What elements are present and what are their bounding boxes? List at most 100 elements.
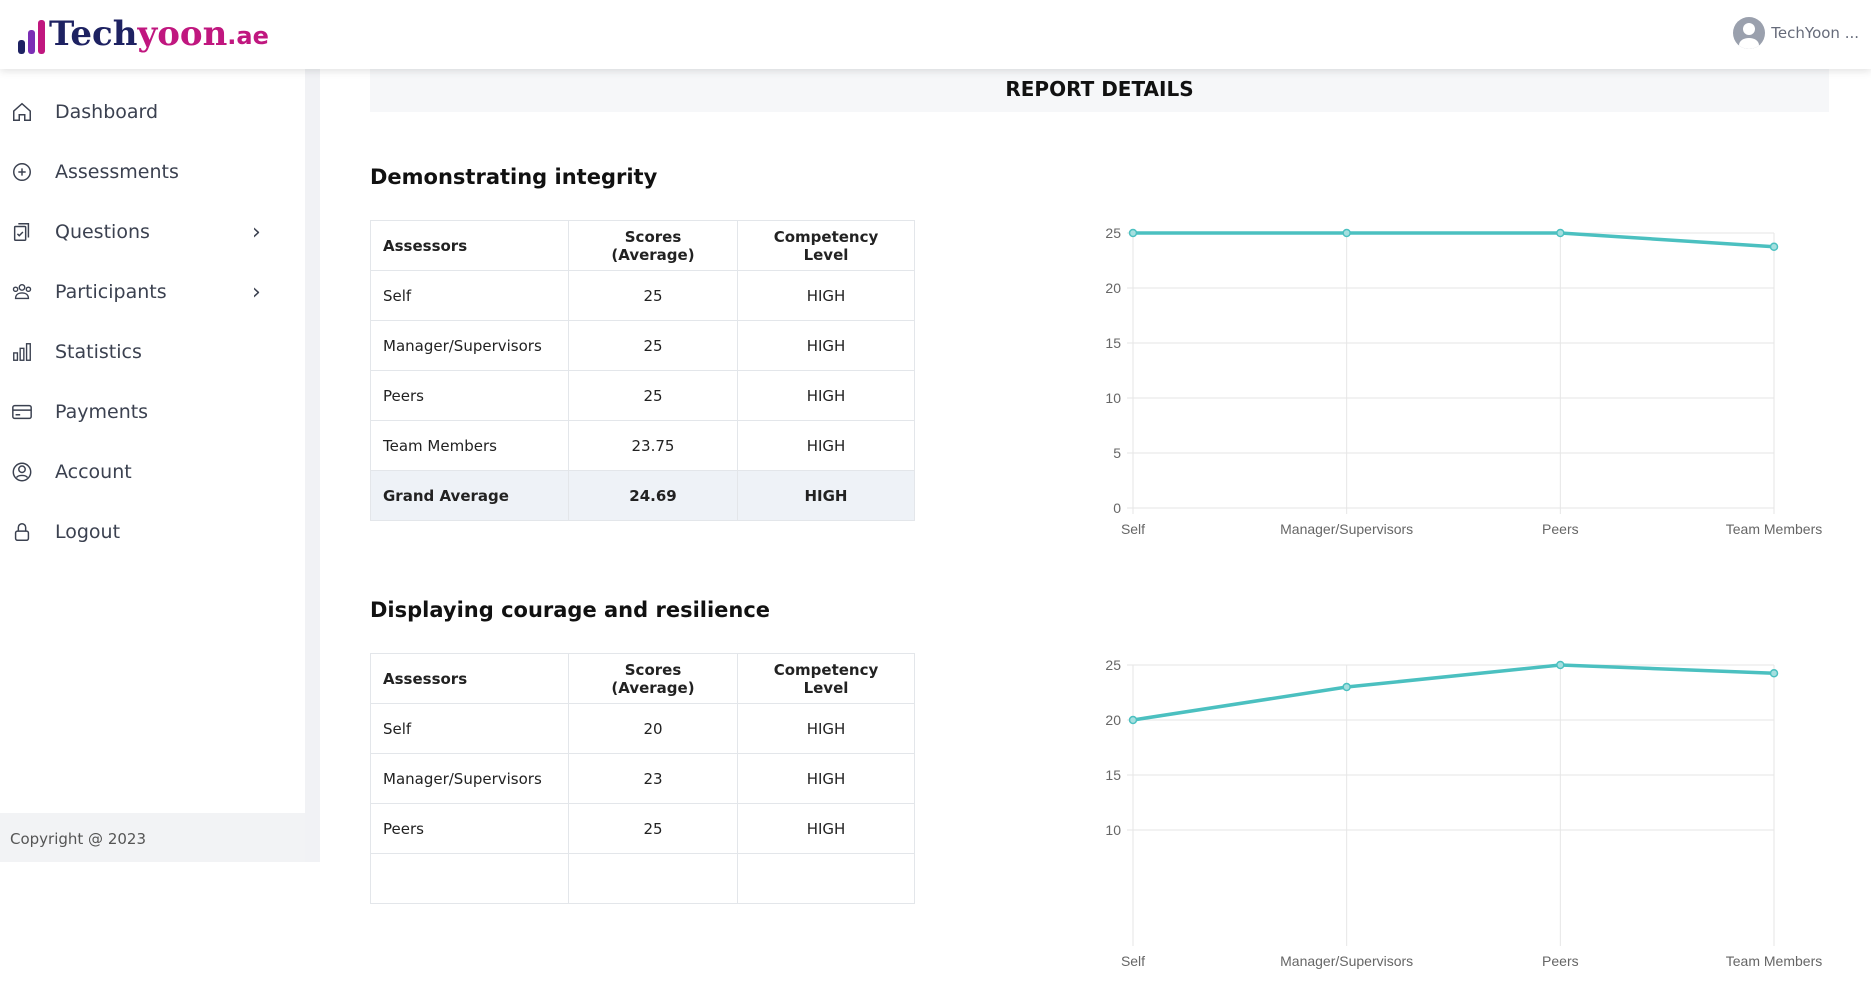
sidebar-item-label: Payments bbox=[55, 401, 149, 423]
data-point bbox=[1342, 228, 1351, 238]
plus-circle-icon bbox=[13, 163, 31, 181]
data-point bbox=[1128, 715, 1138, 725]
line-chart: 10 15 20 25 Self Manager/Supervisors Peers Team… bbox=[1105, 657, 1822, 969]
table-cell: 25 bbox=[568, 370, 738, 421]
x-tick-label: Team Members bbox=[1726, 521, 1822, 537]
data-point bbox=[1128, 228, 1138, 238]
column-header: Assessors bbox=[370, 220, 569, 271]
table-row: Self 20 HIGH bbox=[370, 703, 915, 754]
table-cell: Team Members bbox=[370, 420, 569, 471]
table-cell: HIGH bbox=[737, 320, 915, 371]
line-chart: 0 5 10 15 20 25 Self Manager/Supervisors Peers Te… bbox=[1105, 225, 1822, 537]
users-icon bbox=[12, 283, 32, 300]
table-row: Team Members 23.75 HIGH bbox=[370, 420, 915, 471]
y-tick-label: 0 bbox=[1113, 500, 1121, 516]
x-tick-label: Self bbox=[1121, 953, 1145, 969]
table-cell: HIGH bbox=[737, 470, 915, 521]
column-header: Scores (Average) bbox=[568, 220, 738, 271]
table-cell: Grand Average bbox=[370, 470, 569, 521]
table-cell: HIGH bbox=[737, 420, 915, 471]
sidebar-item-logout[interactable]: Logout bbox=[0, 507, 305, 557]
table-cell: HIGH bbox=[737, 703, 915, 754]
chevron-right-icon: › bbox=[252, 219, 261, 245]
clipboard-check-icon bbox=[13, 223, 30, 241]
table-row: Peers 25 HIGH bbox=[370, 370, 915, 421]
x-tick-label: Manager/Supervisors bbox=[1280, 953, 1413, 969]
table-cell: HIGH bbox=[737, 370, 915, 421]
sidebar-item-label: Account bbox=[55, 461, 132, 483]
table-header-row: Assessors Scores (Average) Competency Leve… bbox=[370, 653, 915, 704]
y-tick-label: 15 bbox=[1105, 335, 1121, 351]
column-header: Competency Level bbox=[737, 653, 915, 704]
table-row: Self 25 HIGH bbox=[370, 270, 915, 321]
x-tick-label: Peers bbox=[1542, 521, 1579, 537]
table-cell: 25 bbox=[568, 270, 738, 321]
table-cell: 25 bbox=[568, 320, 738, 371]
sidebar-item-label: Logout bbox=[55, 521, 121, 543]
user-name: TechYoon ... bbox=[1771, 24, 1859, 42]
bar-chart-icon bbox=[13, 343, 31, 361]
table-cell: 24.69 bbox=[568, 470, 738, 521]
data-point bbox=[1556, 660, 1565, 670]
table-cell: Peers bbox=[370, 370, 569, 421]
sidebar-scrollbar[interactable] bbox=[305, 69, 320, 862]
sidebar-item-payments[interactable]: Payments bbox=[0, 387, 305, 437]
table-cell: Self bbox=[370, 703, 569, 754]
table-row bbox=[370, 853, 915, 904]
table-row: Manager/Supervisors 25 HIGH bbox=[370, 320, 915, 371]
y-tick-label: 10 bbox=[1105, 822, 1121, 838]
sidebar-item-dashboard[interactable]: Dashboard bbox=[0, 87, 305, 137]
credit-card-icon bbox=[12, 404, 32, 420]
sidebar-item-account[interactable]: Account bbox=[0, 447, 305, 497]
table-row: Manager/Supervisors 23 HIGH bbox=[370, 753, 915, 804]
sidebar-item-label: Participants bbox=[55, 281, 167, 303]
table-cell: HIGH bbox=[737, 803, 915, 854]
sidebar-item-label: Questions bbox=[55, 221, 150, 243]
logo-text: yoon bbox=[137, 14, 228, 54]
column-header: Competency Level bbox=[737, 220, 915, 271]
y-tick-label: 15 bbox=[1105, 767, 1121, 783]
table-cell: 23.75 bbox=[568, 420, 738, 471]
logo-text: Tech bbox=[49, 14, 138, 54]
user-menu[interactable]: TechYoon ... bbox=[1733, 17, 1859, 49]
sidebar-item-label: Statistics bbox=[55, 341, 142, 363]
y-tick-label: 20 bbox=[1105, 712, 1121, 728]
series-line bbox=[1132, 663, 1775, 722]
sidebar-item-questions[interactable]: Questions › bbox=[0, 207, 305, 257]
y-tick-label: 25 bbox=[1105, 225, 1121, 241]
home-icon bbox=[13, 102, 31, 121]
sidebar-item-label: Assessments bbox=[55, 161, 179, 183]
sidebar-item-assessments[interactable]: Assessments bbox=[0, 147, 305, 197]
grand-average-row: Grand Average 24.69 HIGH bbox=[370, 470, 915, 521]
top-header: Tech yoon .ae TechYoon ... bbox=[0, 0, 1871, 69]
x-tick-label: Self bbox=[1121, 521, 1145, 537]
series-line bbox=[1133, 231, 1775, 249]
logo-text: .ae bbox=[227, 22, 269, 50]
table-cell: Manager/Supervisors bbox=[370, 320, 569, 371]
sidebar: Dashboard Assessments Questions › Participan… bbox=[0, 69, 305, 862]
table-cell: HIGH bbox=[737, 753, 915, 804]
sidebar-item-participants[interactable]: Participants › bbox=[0, 267, 305, 317]
table-row: Peers 25 HIGH bbox=[370, 803, 915, 854]
table-header-row: Assessors Scores (Average) Competency Leve… bbox=[370, 220, 915, 271]
section-title: Displaying courage and resilience bbox=[370, 598, 771, 622]
y-tick-label: 10 bbox=[1105, 390, 1121, 406]
sidebar-item-statistics[interactable]: Statistics bbox=[0, 327, 305, 377]
avatar-icon bbox=[1733, 17, 1766, 49]
data-point bbox=[1769, 242, 1779, 251]
y-tick-label: 25 bbox=[1105, 657, 1121, 673]
table-cell: Manager/Supervisors bbox=[370, 753, 569, 804]
copyright: Copyright @ 2023 bbox=[0, 813, 305, 862]
data-point bbox=[1342, 682, 1351, 692]
x-tick-label: Manager/Supervisors bbox=[1280, 521, 1413, 537]
column-header: Assessors bbox=[370, 653, 569, 704]
data-point bbox=[1556, 228, 1565, 238]
section-title: Demonstrating integrity bbox=[370, 165, 658, 189]
scores-table: Assessors Scores (Average) Competency Leve… bbox=[370, 220, 915, 521]
data-point bbox=[1769, 669, 1779, 678]
table-cell: 23 bbox=[568, 753, 738, 804]
logo-bars-icon bbox=[18, 18, 45, 54]
logo[interactable]: Tech yoon .ae bbox=[18, 12, 269, 54]
table-cell: 20 bbox=[568, 703, 738, 754]
y-tick-label: 5 bbox=[1113, 445, 1121, 461]
